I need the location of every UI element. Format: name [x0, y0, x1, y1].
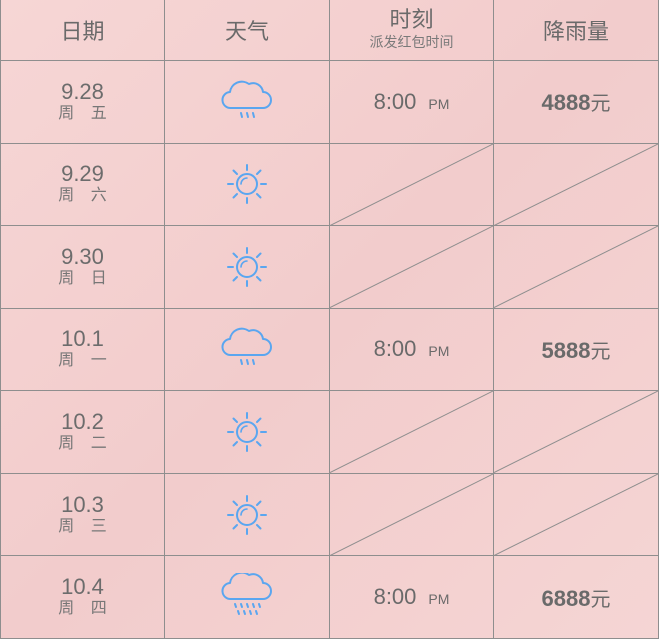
time-period: PM [428, 343, 450, 360]
amount-cell [494, 473, 659, 557]
time-value: 8:00 PM [374, 584, 450, 610]
empty-slash [494, 391, 658, 473]
date-value: 9.29 [61, 161, 104, 187]
time-cell: 8:00 PM [330, 308, 494, 392]
amount-cell: 6888 元 [494, 556, 659, 639]
weather-cell [165, 473, 330, 557]
time-text: 8:00 [373, 584, 417, 610]
date-cell: 9.30 周 日 [0, 226, 165, 309]
amount-cell: 5888 元 [494, 308, 659, 392]
amount-value: 4888 元 [542, 87, 611, 116]
time-text: 8:00 [373, 88, 417, 114]
time-cell [330, 391, 494, 474]
header-time-sublabel: 派发红包时间 [369, 33, 454, 50]
weather-cell [165, 391, 330, 474]
time-period: PM [428, 95, 450, 112]
rain-cloud-icon [219, 80, 275, 124]
amount-unit: 元 [590, 588, 611, 611]
amount-value: 6888 元 [542, 583, 611, 612]
header-time-label: 时刻 [389, 6, 434, 32]
date-value: 10.3 [61, 491, 104, 517]
date-cell: 10.1 周 一 [0, 308, 165, 392]
header-date-label: 日期 [60, 19, 105, 44]
date-cell: 10.4 周 四 [0, 556, 165, 639]
weather-cell [165, 226, 330, 309]
empty-slash [330, 144, 493, 226]
weekday-label: 周 三 [58, 517, 113, 535]
date-cell: 9.29 周 六 [0, 143, 165, 227]
time-period: PM [428, 591, 450, 608]
amount-value: 5888 元 [542, 335, 611, 364]
header-time: 时刻 派发红包时间 [330, 0, 494, 61]
weather-cell [165, 308, 330, 392]
weather-cell [165, 556, 330, 639]
amount-number: 6888 [541, 585, 591, 611]
header-weather: 天气 [165, 0, 330, 61]
time-cell: 8:00 PM [330, 61, 494, 144]
amount-cell: 4888 元 [494, 61, 659, 144]
sun-icon [225, 410, 269, 454]
weather-cell [165, 143, 330, 227]
date-cell: 9.28 周 五 [0, 61, 165, 144]
date-value: 10.2 [61, 409, 104, 435]
weekday-label: 周 一 [58, 352, 113, 370]
empty-slash [330, 391, 493, 473]
header-amount: 降雨量 [494, 0, 659, 61]
weekday-label: 周 二 [58, 435, 113, 453]
date-value: 9.30 [61, 243, 104, 269]
amount-cell [494, 143, 659, 227]
sun-icon [225, 493, 269, 537]
time-text: 8:00 [373, 336, 417, 362]
date-value: 10.1 [61, 326, 104, 352]
date-cell: 10.2 周 二 [0, 391, 165, 474]
sun-icon [225, 162, 269, 206]
heavy-rain-cloud-icon [219, 573, 275, 621]
weekday-label: 周 日 [58, 269, 113, 287]
date-cell: 10.3 周 三 [0, 473, 165, 557]
time-value: 8:00 PM [374, 89, 450, 115]
rain-cloud-icon [219, 327, 275, 371]
empty-slash [494, 226, 658, 308]
empty-slash [494, 144, 658, 226]
time-cell [330, 143, 494, 227]
amount-unit: 元 [590, 93, 611, 116]
time-cell [330, 473, 494, 557]
weekday-label: 周 五 [58, 104, 113, 122]
header-weather-label: 天气 [224, 19, 269, 44]
header-amount-label: 降雨量 [542, 19, 609, 44]
empty-slash [330, 226, 493, 308]
amount-number: 5888 [541, 337, 591, 363]
empty-slash [330, 474, 493, 556]
amount-cell [494, 391, 659, 474]
time-value: 8:00 PM [374, 336, 450, 362]
date-value: 10.4 [61, 574, 104, 600]
amount-cell [494, 226, 659, 309]
amount-unit: 元 [590, 340, 611, 363]
weekday-label: 周 六 [58, 187, 113, 205]
time-cell: 8:00 PM [330, 556, 494, 639]
header-date: 日期 [0, 0, 165, 61]
date-value: 9.28 [61, 78, 104, 104]
time-cell [330, 226, 494, 309]
amount-number: 4888 [541, 90, 591, 116]
weekday-label: 周 四 [58, 600, 113, 618]
sun-icon [225, 245, 269, 289]
weather-cell [165, 61, 330, 144]
empty-slash [494, 474, 658, 556]
rain-schedule-table: 日期 天气 时刻 派发红包时间 降雨量 9.28 周 五 8:00 PM 488… [0, 0, 659, 639]
